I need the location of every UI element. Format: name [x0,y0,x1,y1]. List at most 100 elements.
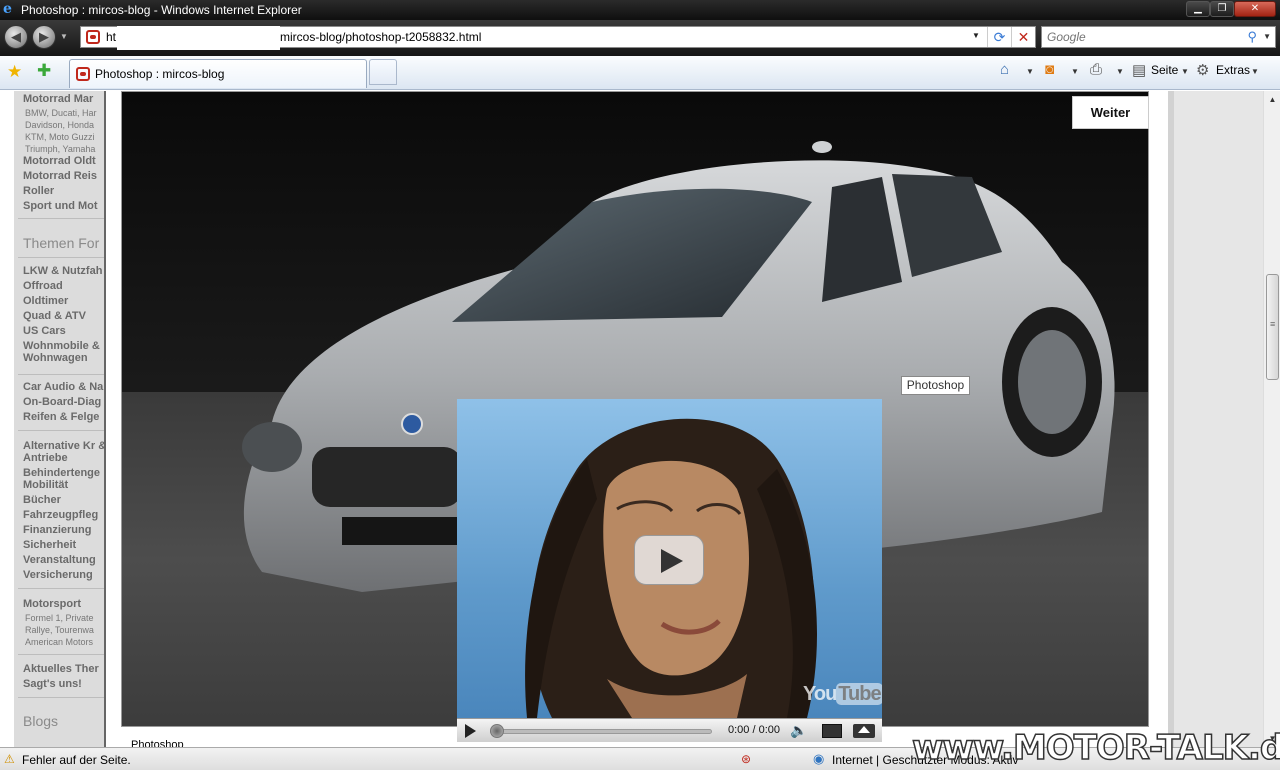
window-title: Photoshop : mircos-blog - Windows Intern… [21,3,302,17]
back-button[interactable]: ◀ [4,25,28,49]
ie-logo-icon: e [3,1,12,17]
vertical-scrollbar[interactable]: ▲ ≡ ▼ [1263,91,1280,747]
sidebar-item-sport-und-motor[interactable]: Sport und Mot [23,200,98,212]
sidebar-item-finanzierung[interactable]: Finanzierung [23,524,91,536]
motor-talk-watermark: www.MOTOR-TALK.de [911,727,1280,769]
tab-label: Photoshop : mircos-blog [95,67,225,81]
youtube-video-player[interactable]: You Tube 0:00 / 0:00 🔈 [457,399,882,742]
play-icon[interactable] [465,724,476,738]
sidebar-subitems-motorrad-marken[interactable]: BMW, Ducati, Har Davidson, Honda KTM, Mo… [25,107,104,155]
sidebar-item-mobilitaet[interactable]: Behindertenge Mobilität [23,467,104,491]
search-options-dropdown[interactable]: ▼ [1263,32,1271,41]
gear-icon: ⚙ [1196,62,1210,79]
sidebar-item-us-cars[interactable]: US Cars [23,325,66,337]
sidebar-item-sagts-uns[interactable]: Sagt's uns! [23,678,82,690]
sidebar-heading-blogs[interactable]: Blogs [23,713,58,729]
time-display: 0:00 / 0:00 [728,724,780,736]
address-dropdown-icon[interactable]: ▼ [972,31,980,40]
new-tab-button[interactable] [369,59,397,85]
sidebar-item-wohnmobile[interactable]: Wohnmobile & Wohnwagen [23,340,104,364]
sidebar-divider [18,218,104,219]
url-text: mircos-blog/photoshop-t2058832.html [280,30,482,44]
home-icon[interactable]: ⌂ [1000,61,1009,78]
sidebar-divider [18,257,104,258]
sidebar-item-on-board-diagnose[interactable]: On-Board-Diag [23,396,101,408]
address-field[interactable]: ht mircos-blog/photoshop-t2058832.html ▼… [80,26,1036,50]
search-input[interactable] [1042,27,1242,47]
sidebar-divider [18,697,104,698]
sidebar-divider [18,654,104,655]
sidebar-nav: Motorrad Mar BMW, Ducati, Har Davidson, … [14,91,104,747]
sidebar-item-versicherung[interactable]: Versicherung [23,569,93,581]
video-thumbnail[interactable]: You Tube [457,399,882,718]
play-overlay-button[interactable] [634,535,704,585]
tab-photoshop[interactable]: Photoshop : mircos-blog [69,59,367,88]
tab-favicon-icon [76,67,90,81]
page-menu[interactable]: Seite [1151,63,1178,77]
forward-button[interactable]: ▶ [32,25,56,49]
sidebar-item-motorrad-reisen[interactable]: Motorrad Reis [23,170,97,182]
sidebar-item-motorrad-oldtimer[interactable]: Motorrad Oldt [23,155,96,167]
print-icon[interactable]: ⎙ [1090,61,1102,78]
sidebar-item-alternative-antriebe[interactable]: Alternative Kr & Antriebe [23,440,104,464]
favorites-star-icon[interactable]: ★ [7,62,22,82]
page-dropdown-icon[interactable]: ▼ [1181,67,1189,76]
sidebar-item-sicherheit[interactable]: Sicherheit [23,539,76,551]
scrollbar-grip-icon: ≡ [1270,319,1276,329]
sidebar-subitems-motorsport[interactable]: Formel 1, Private Rallye, Tourenwa Ameri… [25,612,104,648]
feed-dropdown-icon[interactable]: ▼ [1071,67,1079,76]
arrow-left-icon: ◀ [11,29,21,44]
sidebar-item-buecher[interactable]: Bücher [23,494,61,506]
search-icon[interactable]: ⚲ [1247,29,1257,45]
search-box[interactable]: ⚲ ▼ [1041,26,1276,48]
sidebar-item-aktuelles-thema[interactable]: Aktuelles Ther [23,663,99,675]
seek-bar[interactable] [490,729,712,734]
tools-menu[interactable]: Extras [1216,63,1250,77]
stop-icon[interactable]: ✕ [1011,27,1035,47]
scroll-up-arrow-icon[interactable]: ▲ [1264,91,1280,108]
youtube-logo[interactable]: You Tube [803,683,882,706]
home-dropdown-icon[interactable]: ▼ [1026,67,1034,76]
sidebar-heading-themen: Themen For [23,235,100,251]
rss-feed-icon[interactable]: ◙ [1045,61,1054,78]
recent-pages-dropdown[interactable]: ▼ [60,32,68,41]
maximize-button[interactable]: ❐ [1210,1,1234,17]
next-button[interactable]: Weiter [1072,96,1149,129]
youtube-logo-you: You [803,683,837,705]
close-button[interactable]: ✕ [1234,1,1276,17]
sidebar-item-reifen-felgen[interactable]: Reifen & Felge [23,411,99,423]
sidebar-item-veranstaltungen[interactable]: Veranstaltung [23,554,96,566]
page-icon: ▤ [1132,62,1147,79]
print-dropdown-icon[interactable]: ▼ [1116,67,1124,76]
expand-icon[interactable] [853,724,875,738]
warning-icon[interactable]: ⚠ [4,752,15,766]
address-bar-row: ◀ ▶ ▼ ht mircos-blog/photoshop-t2058832.… [0,20,1280,56]
sidebar-divider [18,374,104,375]
sidebar-item-quad-atv[interactable]: Quad & ATV [23,310,86,322]
sidebar-item-motorsport[interactable]: Motorsport [23,598,81,610]
tab-command-bar: ★ ✚ Photoshop : mircos-blog ⌂ ▼ ◙ ▼ ⎙ ▼ … [0,56,1280,90]
redacted-url-segment [117,26,280,50]
youtube-logo-tube: Tube [836,683,882,705]
security-icon[interactable]: ⊛ [741,752,751,766]
sidebar-item-lkw[interactable]: LKW & Nutzfah [23,265,102,277]
seek-handle[interactable] [490,724,504,738]
right-gutter [1168,91,1263,747]
sidebar-item-motorrad-marken[interactable]: Motorrad Mar [23,93,93,105]
scrollbar-thumb[interactable]: ≡ [1266,274,1279,380]
minimize-button[interactable]: ▁ [1186,1,1210,17]
status-message[interactable]: Fehler auf der Seite. [22,753,131,767]
image-tooltip: Photoshop [901,376,970,395]
sidebar-item-roller[interactable]: Roller [23,185,54,197]
player-size-icon[interactable] [822,724,842,738]
video-controls: 0:00 / 0:00 🔈 [457,718,882,742]
volume-icon[interactable]: 🔈 [790,722,807,739]
sidebar-item-offroad[interactable]: Offroad [23,280,63,292]
sidebar-item-oldtimer[interactable]: Oldtimer [23,295,68,307]
page-viewport: Motorrad Mar BMW, Ducati, Har Davidson, … [0,91,1263,747]
tools-dropdown-icon[interactable]: ▼ [1251,67,1259,76]
sidebar-item-fahrzeugpflege[interactable]: Fahrzeugpfleg [23,509,98,521]
sidebar-item-car-audio[interactable]: Car Audio & Na [23,381,103,393]
refresh-icon[interactable]: ⟳ [987,27,1011,47]
add-favorite-icon[interactable]: ✚ [37,61,51,81]
